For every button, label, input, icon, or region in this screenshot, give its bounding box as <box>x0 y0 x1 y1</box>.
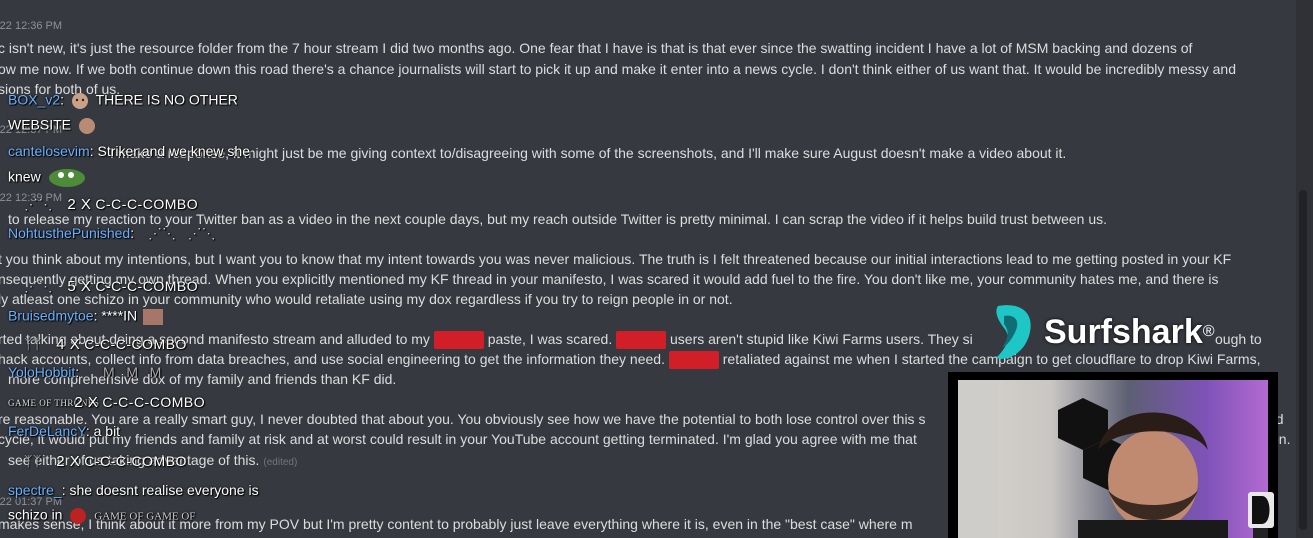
chat-message: FerDeLancY: a bit <box>8 423 121 439</box>
chat-message: WEBSITE <box>8 116 99 136</box>
chat-message: cantelosevim: Striker and we knew she <box>8 143 251 159</box>
chat-text: knew <box>8 168 41 185</box>
chat-message: schizo in GAME OF GAME OF <box>8 506 195 526</box>
combo-multiplier: 2 X <box>56 453 81 470</box>
chat-username: cantelosevim <box>8 143 90 159</box>
chat-text: THERE IS NO OTHER <box>95 91 238 108</box>
combo-message: ⋰⋱ 2 X C-C-C-COMBO <box>24 196 198 213</box>
chat-message: Bruisedmytoe: ****IN <box>8 307 165 327</box>
combo-message: GAME OF THRONES 2 X C-C-C-COMBO <box>8 394 205 411</box>
chat-username: Bruisedmytoe <box>8 307 94 324</box>
combo-message: ᛉᛉ 4 X C-C-C-COMBO <box>24 336 187 353</box>
chat-text: ****IN <box>101 307 138 324</box>
chat-username: spectre_ <box>8 482 62 498</box>
spider-emote-icon: ⋰⋱ <box>24 278 53 294</box>
game-of-thrones-emote-icon: GAME OF GAME OF <box>94 510 196 523</box>
face-emote-icon <box>70 508 87 524</box>
combo-text: C-C-C-COMBO <box>84 336 187 352</box>
webcam-video <box>958 380 1268 538</box>
combo-multiplier: 5 X <box>67 278 92 295</box>
chat-text: she doesnt realise everyone is <box>69 482 259 498</box>
emote-icon: ᛉᛉ <box>24 453 42 469</box>
chat-message: YoloHobbit: M M M <box>8 364 162 380</box>
chat-message: spectre_: she doesnt realise everyone is <box>8 482 259 498</box>
surfshark-logo-icon <box>996 305 1031 359</box>
sponsor-name: Surfshark <box>1044 312 1203 351</box>
chat-message: NohtusthePunished: ⋰⋱ ⋰⋱ <box>8 225 216 241</box>
combo-message: ᛉᛉ 2 X C-C-C-COMBO <box>24 453 187 470</box>
chat-text: Striker and we knew she <box>97 143 251 159</box>
combo-text: C-C-C-COMBO <box>84 453 187 469</box>
chat-username: NohtusthePunished <box>8 225 131 241</box>
chat-username: FerDeLancY <box>8 423 86 439</box>
chat-username: YoloHobbit <box>8 364 76 380</box>
combo-multiplier: 2 X <box>67 196 92 213</box>
face-emote-icon <box>143 309 164 325</box>
emote-icon: M M M <box>103 364 162 380</box>
registered-mark: ® <box>1202 323 1215 340</box>
face-emote-icon <box>78 118 95 134</box>
pepe-emote-icon <box>48 169 85 187</box>
face-emote-icon <box>71 93 88 109</box>
combo-multiplier: 2 X <box>74 394 99 411</box>
channel-logo-icon <box>1248 492 1274 528</box>
webcam-frame <box>948 372 1278 538</box>
chat-text: WEBSITE <box>8 116 72 133</box>
emote-icon: ᛉᛉ <box>24 336 42 352</box>
chat-message: knew <box>8 166 93 190</box>
combo-text: C-C-C-COMBO <box>95 278 199 294</box>
combo-text: C-C-C-COMBO <box>102 394 206 410</box>
sponsor-logo: Surfshark ® <box>990 302 1215 362</box>
spider-emote-icon: ⋰⋱ ⋰⋱ <box>147 225 216 241</box>
combo-message: ⋰⋱ 5 X C-C-C-COMBO <box>24 278 198 295</box>
spider-emote-icon: ⋰⋱ <box>24 196 53 212</box>
combo-text: C-C-C-COMBO <box>95 196 199 212</box>
combo-multiplier: 4 X <box>56 336 81 353</box>
game-of-thrones-emote-icon: GAME OF THRONES <box>8 397 100 408</box>
chat-message: BOX_v2: THERE IS NO OTHER <box>8 91 238 111</box>
chat-text: schizo in <box>8 506 63 523</box>
scrollbar-thumb[interactable] <box>1299 190 1307 530</box>
webcam-scene <box>958 380 1268 538</box>
chat-username: BOX_v2 <box>8 91 61 108</box>
chat-text: a bit <box>93 423 121 439</box>
